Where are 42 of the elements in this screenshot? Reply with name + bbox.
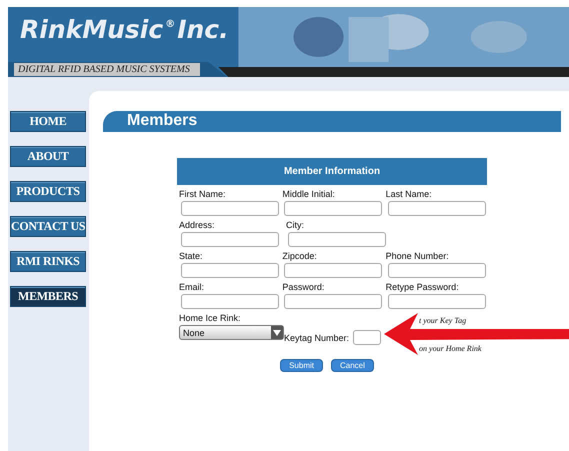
submit-button[interactable]: Submit <box>280 359 323 372</box>
field-label: Retype Password: <box>386 282 460 292</box>
field-label: Home Ice Rink: <box>179 313 242 323</box>
field-label: State: <box>179 251 204 261</box>
page-title: Members <box>103 111 561 132</box>
input-field[interactable] <box>284 201 382 216</box>
nav-button[interactable]: PRODUCTS <box>10 181 86 202</box>
input-field[interactable] <box>284 263 382 278</box>
nav-button[interactable]: MEMBERS <box>10 286 86 307</box>
input-field[interactable] <box>388 294 486 309</box>
field-label: Phone Number: <box>386 251 450 261</box>
input-field[interactable] <box>284 294 382 309</box>
field-label: Last Name: <box>386 189 433 199</box>
hint-text: on your Home Rink <box>419 344 482 353</box>
input-field[interactable] <box>388 201 486 216</box>
field-label: Password: <box>282 282 326 292</box>
input-field[interactable] <box>181 201 279 216</box>
input-field[interactable] <box>181 232 279 247</box>
form-title: Member Information <box>177 158 487 185</box>
nav-button[interactable]: RMI RINKS <box>10 251 86 272</box>
field-label: Address: <box>179 220 216 230</box>
field-label: Middle Initial: <box>282 189 336 199</box>
cancel-button[interactable]: Cancel <box>331 359 374 372</box>
input-field[interactable] <box>353 330 382 345</box>
arrow-icon <box>384 313 569 355</box>
logo[interactable]: RinkMusic$^{®}$Inc. <box>8 7 229 44</box>
caret-icon <box>271 326 283 339</box>
input-field[interactable] <box>181 294 279 309</box>
field-label: First Name: <box>179 189 227 199</box>
field-label: Zipcode: <box>282 251 318 261</box>
tagline: DIGITAL RFID BASED MUSIC SYSTEMS <box>14 63 200 76</box>
field-label: Email: <box>179 282 206 292</box>
field-label: Keytag Number: <box>284 332 350 342</box>
input-field[interactable] <box>288 232 386 247</box>
hint-text: t your Key Tag <box>419 316 468 325</box>
rink-dropdown[interactable]: None <box>179 325 284 340</box>
input-field[interactable] <box>181 263 279 278</box>
nav-button[interactable]: ABOUT <box>10 146 86 167</box>
field-label: City: <box>286 220 305 230</box>
nav-button[interactable]: CONTACT US <box>10 216 86 237</box>
nav-button[interactable]: HOME <box>10 111 86 132</box>
input-field[interactable] <box>388 263 486 278</box>
